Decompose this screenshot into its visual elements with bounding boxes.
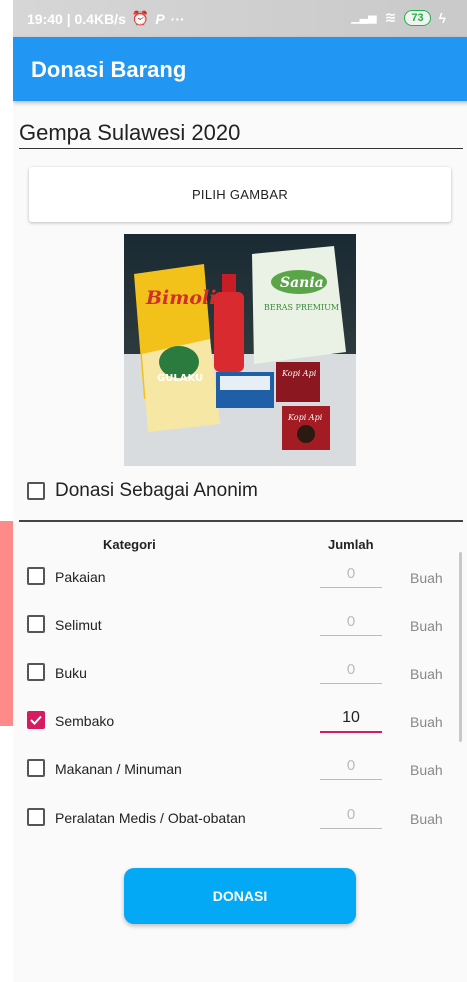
checkbox-makanan[interactable]	[27, 759, 45, 777]
category-row-pakaian: Pakaian 0 Buah	[27, 553, 457, 601]
p-icon: P	[155, 10, 165, 27]
category-label: Peralatan Medis / Obat-obatan	[55, 810, 246, 826]
alarm-icon: ⏰	[131, 10, 150, 26]
anonymous-checkbox-row[interactable]: Donasi Sebagai Anonim	[27, 480, 258, 502]
charging-icon: ϟ	[438, 9, 446, 26]
pick-image-button[interactable]: PILIH GAMBAR	[29, 167, 451, 222]
battery-icon: 73	[404, 9, 431, 26]
category-label: Sembako	[55, 713, 115, 729]
quantity-input[interactable]: 0	[320, 657, 382, 684]
divider	[19, 520, 463, 522]
brand-bimoli: Bimoli	[145, 287, 217, 309]
quantity-input[interactable]: 0	[320, 753, 382, 780]
unit-label: Buah	[410, 666, 443, 682]
brand-kopi-2: Kopi Api	[287, 413, 323, 422]
quantity-input[interactable]: 0	[320, 802, 382, 829]
anonymous-checkbox[interactable]	[27, 482, 45, 500]
brand-gulaku: GULAKU	[157, 373, 203, 384]
side-edge-tab	[0, 521, 13, 726]
category-label: Selimut	[55, 617, 102, 633]
checkbox-sembako[interactable]	[27, 711, 45, 729]
unit-label: Buah	[410, 570, 443, 586]
event-name-field[interactable]: Gempa Sulawesi 2020	[19, 120, 463, 149]
unit-label: Buah	[410, 714, 443, 730]
header-category: Kategori	[103, 537, 156, 552]
unit-label: Buah	[410, 811, 443, 827]
donate-button[interactable]: DONASI	[124, 868, 356, 924]
status-time-speed: 19:40 | 0.4KB/s	[27, 10, 126, 27]
category-row-makanan: Makanan / Minuman 0 Buah	[27, 745, 457, 793]
header-amount: Jumlah	[328, 537, 374, 552]
brand-kopi-1: Kopi Api	[281, 369, 317, 378]
category-label: Pakaian	[55, 569, 106, 585]
category-row-buku: Buku 0 Buah	[27, 649, 457, 697]
anonymous-label: Donasi Sebagai Anonim	[55, 480, 258, 501]
unit-label: Buah	[410, 762, 443, 778]
quantity-input[interactable]: 0	[320, 561, 382, 588]
check-icon	[30, 715, 42, 725]
category-row-selimut: Selimut 0 Buah	[27, 601, 457, 649]
donation-photo: Bimoli GULAKU Sania BERAS PREMIUM Kopi A…	[124, 234, 356, 466]
status-bar: 19:40 | 0.4KB/s ⏰ P ··· ▁▃▅ ≋ 73 ϟ	[13, 0, 467, 37]
category-row-medis: Peralatan Medis / Obat-obatan 0 Buah	[27, 794, 457, 842]
app-bar: Donasi Barang	[13, 37, 467, 101]
page-title: Donasi Barang	[31, 57, 187, 82]
category-label: Buku	[55, 665, 87, 681]
wifi-icon: ≋	[384, 9, 397, 25]
scrollbar[interactable]	[459, 552, 462, 742]
brand-sania: Sania	[280, 275, 324, 291]
signal-icon: ▁▃▅	[351, 12, 377, 24]
checkbox-pakaian[interactable]	[27, 567, 45, 585]
category-label: Makanan / Minuman	[55, 761, 182, 777]
quantity-input[interactable]: 10	[320, 705, 382, 733]
unit-label: Buah	[410, 618, 443, 634]
more-icon: ···	[170, 10, 185, 27]
app-screen: 19:40 | 0.4KB/s ⏰ P ··· ▁▃▅ ≋ 73 ϟ Donas…	[13, 0, 467, 982]
brand-sania-sub: BERAS PREMIUM	[264, 303, 339, 312]
checkbox-medis[interactable]	[27, 808, 45, 826]
category-row-sembako: Sembako 10 Buah	[27, 697, 457, 745]
checkbox-buku[interactable]	[27, 663, 45, 681]
quantity-input[interactable]: 0	[320, 609, 382, 636]
checkbox-selimut[interactable]	[27, 615, 45, 633]
